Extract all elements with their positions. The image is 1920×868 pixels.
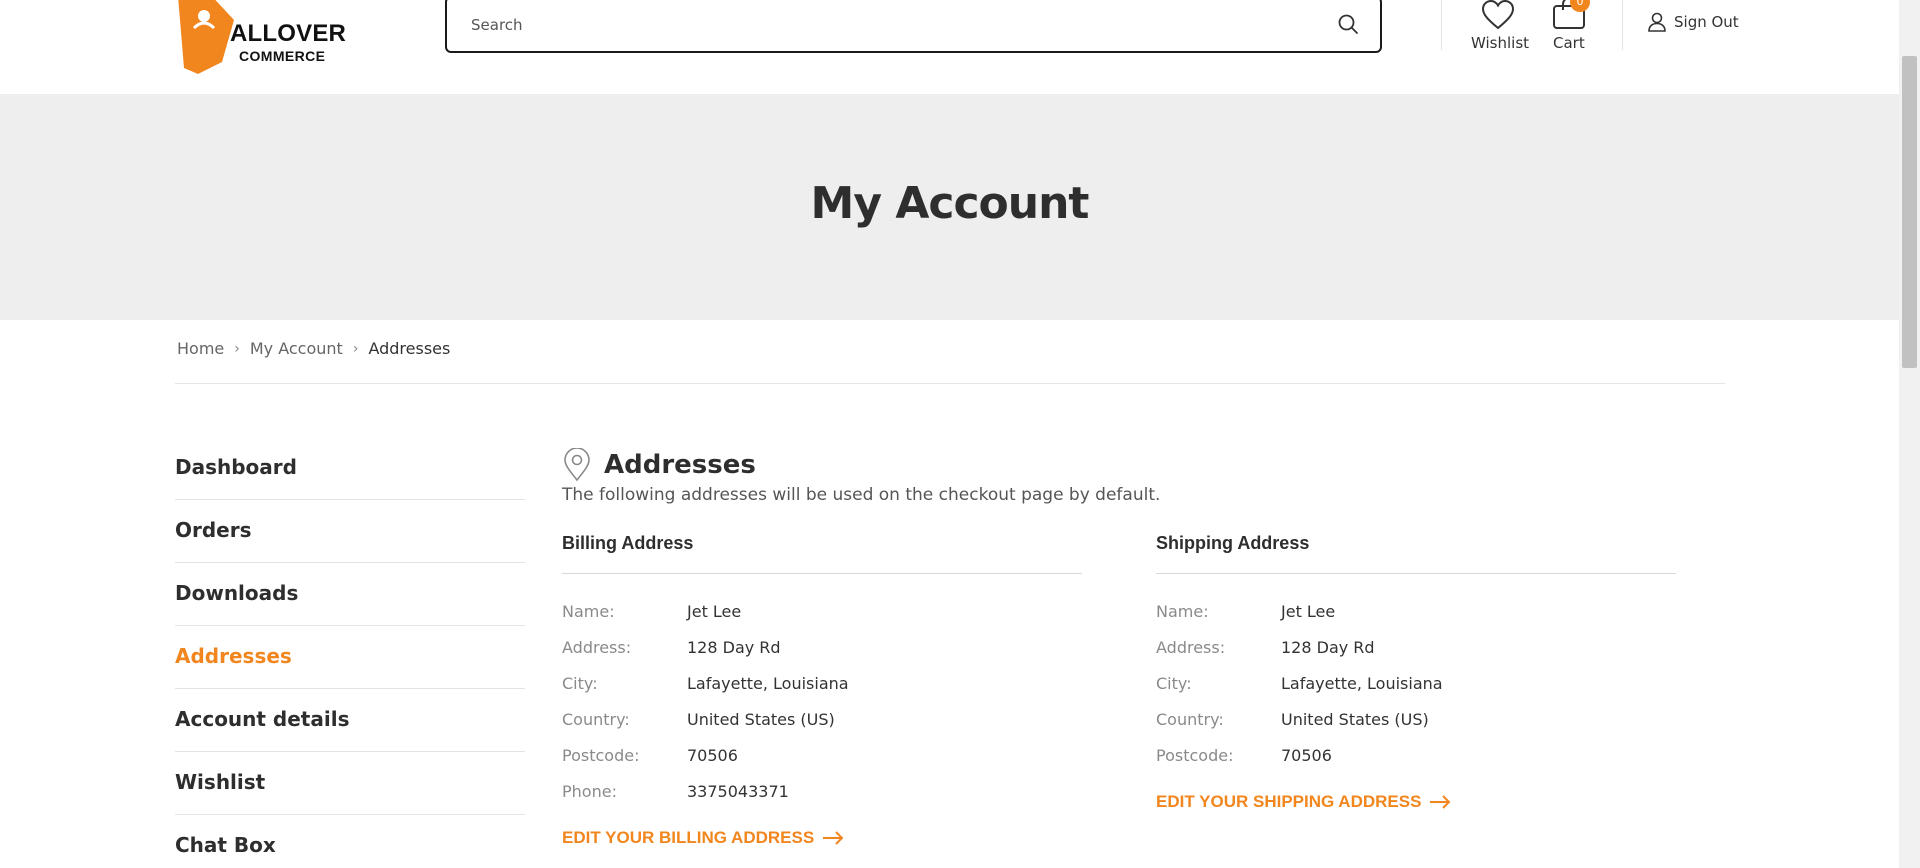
address-row: Name: Jet Lee — [1156, 602, 1336, 621]
sign-out-label: Sign Out — [1674, 13, 1739, 31]
sign-out-button[interactable]: Sign Out — [1648, 12, 1739, 32]
search-box — [445, 0, 1382, 53]
edit-billing-address-label: EDIT YOUR BILLING ADDRESS — [562, 828, 815, 847]
header-divider — [1441, 0, 1442, 50]
address-row: Name: Jet Lee — [562, 602, 742, 621]
billing-address-heading: Billing Address — [562, 533, 1082, 574]
header-divider — [1622, 0, 1623, 50]
sidebar-item-downloads[interactable]: Downloads — [175, 563, 525, 626]
divider — [175, 383, 1725, 384]
sidebar-item-account-details[interactable]: Account details — [175, 689, 525, 752]
cart-label: Cart — [1553, 34, 1585, 52]
breadcrumb-my-account[interactable]: My Account — [250, 339, 343, 358]
edit-shipping-address-label: EDIT YOUR SHIPPING ADDRESS — [1156, 792, 1422, 811]
page-title: My Account — [810, 178, 1090, 229]
search-icon[interactable] — [1336, 12, 1360, 36]
wishlist-label: Wishlist — [1471, 34, 1530, 52]
map-pin-icon — [564, 448, 590, 482]
logo-text-secondary: COMMERCE — [239, 48, 326, 64]
section-header: Addresses — [562, 448, 756, 482]
address-row: Address: 128 Day Rd — [562, 638, 781, 657]
search-input[interactable] — [471, 10, 1311, 40]
sidebar-item-dashboard[interactable]: Dashboard — [175, 437, 525, 500]
address-row: City: Lafayette, Louisiana — [562, 674, 849, 693]
address-row: Country: United States (US) — [1156, 710, 1429, 729]
address-row: Country: United States (US) — [562, 710, 835, 729]
scrollbar-thumb[interactable] — [1902, 56, 1917, 368]
address-row: Postcode: 70506 — [1156, 746, 1332, 765]
billing-address-card: Billing Address Name: Jet Lee Address: 128… — [562, 533, 1082, 848]
section-description: The following addresses will be used on … — [562, 485, 1161, 505]
heart-icon — [1481, 0, 1515, 30]
logo-text-primary: ALLOVER — [230, 20, 347, 47]
breadcrumb-current: Addresses — [368, 339, 451, 358]
edit-billing-address-link[interactable]: EDIT YOUR BILLING ADDRESS — [562, 828, 844, 848]
address-row: City: Lafayette, Louisiana — [1156, 674, 1443, 693]
shipping-address-heading: Shipping Address — [1156, 533, 1676, 574]
breadcrumb-home[interactable]: Home — [177, 339, 224, 358]
sidebar-item-addresses[interactable]: Addresses — [175, 626, 525, 689]
sidebar-item-orders[interactable]: Orders — [175, 500, 525, 563]
shipping-address-card: Shipping Address Name: Jet Lee Address: 12… — [1156, 533, 1676, 812]
arrow-right-icon — [1430, 795, 1451, 809]
chevron-right-icon: › — [234, 340, 240, 357]
site-header: ALLOVER COMMERCE Wishlist 0 Cart Sign Ou… — [0, 0, 1899, 94]
sidebar-item-chat-box[interactable]: Chat Box — [175, 815, 525, 868]
breadcrumb: Home › My Account › Addresses — [177, 339, 450, 358]
logo[interactable]: ALLOVER COMMERCE — [164, 0, 364, 82]
address-row: Postcode: 70506 — [562, 746, 738, 765]
sidebar-item-wishlist[interactable]: Wishlist — [175, 752, 525, 815]
page-scrollbar[interactable] — [1899, 0, 1920, 868]
address-row: Address: 128 Day Rd — [1156, 638, 1375, 657]
arrow-right-icon — [823, 831, 844, 845]
user-icon — [1648, 12, 1666, 32]
address-row: Phone: 3375043371 — [562, 782, 789, 801]
account-sidebar: Dashboard Orders Downloads Addresses Acc… — [175, 437, 525, 868]
edit-shipping-address-link[interactable]: EDIT YOUR SHIPPING ADDRESS — [1156, 792, 1451, 812]
section-title: Addresses — [604, 450, 756, 480]
chevron-right-icon: › — [352, 340, 359, 357]
page-banner: My Account — [0, 94, 1899, 320]
